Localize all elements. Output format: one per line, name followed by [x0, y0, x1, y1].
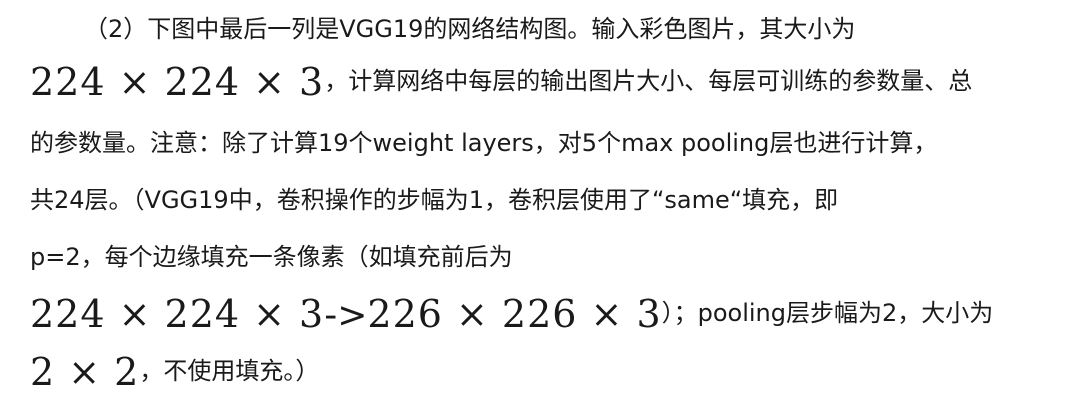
pooling-size-formula: 2 × 2: [30, 350, 140, 394]
problem-text: （2）下图中最后一列是VGG19的网络结构图。输入彩色图片，其大小为: [84, 15, 856, 43]
arrow-text: ->: [324, 295, 368, 336]
problem-text: p=2，每个边缘填充一条像素（如填充前后为: [30, 243, 513, 271]
problem-text: 共24层。（VGG19中，卷积操作的步幅为1，卷积层使用了“same“填充，即: [30, 186, 839, 214]
problem-document: （2）下图中最后一列是VGG19的网络结构图。输入彩色图片，其大小为 224 ×…: [0, 0, 1078, 420]
problem-text: ）；pooling层步幅为2，大小为: [661, 299, 994, 327]
padding-before-formula: 224 × 224 × 3: [30, 292, 325, 336]
problem-text: ，不使用填充。）: [139, 357, 320, 385]
problem-line-1: （2）下图中最后一列是VGG19的网络结构图。输入彩色图片，其大小为: [84, 12, 855, 46]
problem-line-3: 的参数量。注意：除了计算19个weight layers，对5个max pool…: [30, 126, 937, 160]
problem-line-2: 224 × 224 × 3，计算网络中每层的输出图片大小、每层可训练的参数量、总: [30, 60, 972, 104]
problem-text: ，计算网络中每层的输出图片大小、每层可训练的参数量、总: [324, 67, 973, 95]
problem-line-4: 共24层。（VGG19中，卷积操作的步幅为1，卷积层使用了“same“填充，即: [30, 183, 838, 217]
padding-after-formula: 226 × 226 × 3: [367, 292, 662, 336]
problem-line-5: p=2，每个边缘填充一条像素（如填充前后为: [30, 240, 513, 274]
problem-line-6: 224 × 224 × 3->226 × 226 × 3）；pooling层步幅…: [30, 292, 993, 336]
problem-text: 的参数量。注意：除了计算19个weight layers，对5个max pool…: [30, 129, 938, 157]
problem-line-7: 2 × 2，不使用填充。）: [30, 350, 319, 394]
input-size-formula: 224 × 224 × 3: [30, 60, 325, 104]
